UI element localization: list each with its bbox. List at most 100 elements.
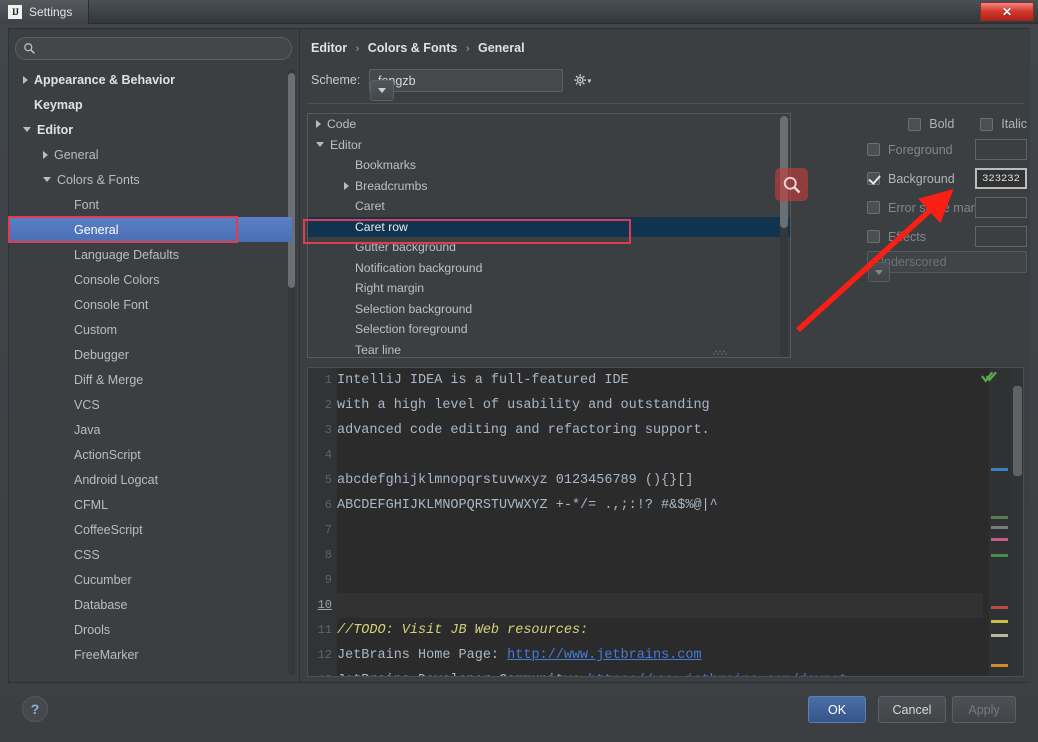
sidebar-item-console-colors[interactable]: Console Colors bbox=[9, 267, 292, 292]
sidebar-item-custom[interactable]: Custom bbox=[9, 317, 292, 342]
sidebar-item-cfml[interactable]: CFML bbox=[9, 492, 292, 517]
error-stripe-mark[interactable] bbox=[991, 526, 1008, 529]
preview-scrollbar-thumb[interactable] bbox=[1013, 386, 1022, 476]
error-stripe-mark[interactable] bbox=[991, 538, 1008, 541]
effects-checkbox[interactable] bbox=[867, 230, 880, 243]
effects-label: Effects bbox=[888, 229, 926, 244]
error-stripe-mark[interactable] bbox=[991, 468, 1008, 471]
color-tree-item-caret-row[interactable]: Caret row bbox=[308, 216, 790, 237]
preview-hyperlink[interactable]: http://www.jetbrains.com bbox=[507, 648, 701, 663]
chevron-down-icon[interactable] bbox=[23, 127, 31, 132]
color-tree-item-label: Caret bbox=[355, 199, 385, 214]
close-button[interactable]: ✕ bbox=[980, 2, 1034, 21]
error-stripe-mark[interactable] bbox=[991, 664, 1008, 667]
effect-type-dropdown[interactable]: Underscored bbox=[867, 251, 1027, 282]
bold-checkbox[interactable] bbox=[908, 117, 922, 131]
color-tree-item-code[interactable]: Code bbox=[308, 114, 790, 135]
chevron-down-icon[interactable] bbox=[316, 142, 324, 148]
sidebar-item-coffeescript[interactable]: CoffeeScript bbox=[9, 517, 292, 542]
sidebar-item-console-font[interactable]: Console Font bbox=[9, 292, 292, 317]
search-icon-highlight-badge[interactable] bbox=[775, 168, 808, 201]
sidebar-item-font[interactable]: Font bbox=[9, 192, 292, 217]
scheme-dropdown-button[interactable] bbox=[370, 80, 394, 101]
sidebar-item-drools[interactable]: Drools bbox=[9, 617, 292, 642]
italic-checkbox[interactable] bbox=[980, 117, 994, 131]
sidebar-item-database[interactable]: Database bbox=[9, 592, 292, 617]
sidebar-item-debugger[interactable]: Debugger bbox=[9, 342, 292, 367]
effects-color-swatch[interactable] bbox=[975, 226, 1027, 247]
preview-hyperlink[interactable]: https://www.jetbrains.com/devnet bbox=[588, 673, 847, 676]
color-tree-item-label: Breadcrumbs bbox=[355, 178, 428, 193]
color-tree-item-notification-background[interactable]: Notification background bbox=[308, 258, 790, 279]
color-tree-item-caret[interactable]: Caret bbox=[308, 196, 790, 217]
sidebar-item-freemarker[interactable]: FreeMarker bbox=[9, 642, 292, 667]
search-box[interactable] bbox=[15, 37, 292, 60]
error-stripe-mark-checkbox[interactable] bbox=[867, 201, 880, 214]
error-stripe-panel[interactable] bbox=[981, 368, 1011, 676]
sidebar-item-css[interactable]: CSS bbox=[9, 542, 292, 567]
sidebar-item-appearance-behavior[interactable]: Appearance & Behavior bbox=[9, 67, 292, 92]
resize-grip-icon[interactable] bbox=[712, 350, 730, 356]
chevron-right-icon[interactable] bbox=[344, 181, 349, 190]
effect-type-dropdown-button[interactable] bbox=[868, 262, 890, 282]
color-tree-item-bookmarks[interactable]: Bookmarks bbox=[308, 155, 790, 176]
foreground-checkbox[interactable] bbox=[867, 143, 880, 156]
sidebar-item-actionscript[interactable]: ActionScript bbox=[9, 442, 292, 467]
gutter-line-number: 13 bbox=[308, 668, 337, 676]
chevron-right-icon[interactable] bbox=[43, 150, 48, 159]
color-settings-tree: Code Editor Bookmarks Breadcrumbs Caret Caret… bbox=[308, 114, 790, 357]
ok-button[interactable]: OK bbox=[808, 696, 866, 723]
error-stripe-mark-color-swatch[interactable] bbox=[975, 197, 1027, 218]
color-tree-item-right-margin[interactable]: Right margin bbox=[308, 278, 790, 299]
scheme-value: fengzb bbox=[378, 73, 416, 88]
sidebar-item-vcs[interactable]: VCS bbox=[9, 392, 292, 417]
cancel-button[interactable]: Cancel bbox=[878, 696, 946, 723]
breadcrumb-part-2[interactable]: Colors & Fonts bbox=[368, 41, 458, 55]
sidebar-item-keymap[interactable]: Keymap bbox=[9, 92, 292, 117]
error-stripe-mark[interactable] bbox=[991, 606, 1008, 609]
sidebar-item-android-logcat[interactable]: Android Logcat bbox=[9, 467, 292, 492]
background-checkbox[interactable] bbox=[867, 172, 880, 185]
sidebar-search bbox=[15, 37, 292, 60]
color-tree-item-selection-background[interactable]: Selection background bbox=[308, 299, 790, 320]
color-tree-item-selection-foreground[interactable]: Selection foreground bbox=[308, 319, 790, 340]
sidebar-item-general[interactable]: General bbox=[9, 217, 292, 242]
search-input[interactable] bbox=[36, 41, 291, 56]
error-stripe-mark[interactable] bbox=[991, 516, 1008, 519]
italic-checkbox-wrap[interactable]: Italic bbox=[980, 117, 1027, 131]
sidebar-item-diff-merge[interactable]: Diff & Merge bbox=[9, 367, 292, 392]
color-tree-item-gutter-background[interactable]: Gutter background bbox=[308, 237, 790, 258]
sidebar-item-editor[interactable]: Editor bbox=[9, 117, 292, 142]
chevron-right-icon[interactable] bbox=[23, 75, 28, 84]
help-button[interactable]: ? bbox=[22, 696, 48, 722]
sidebar-item-colors-fonts[interactable]: Colors & Fonts bbox=[9, 167, 292, 192]
color-settings-tree-panel: Code Editor Bookmarks Breadcrumbs Caret Caret… bbox=[307, 113, 791, 358]
sidebar-item-cucumber[interactable]: Cucumber bbox=[9, 567, 292, 592]
bold-checkbox-wrap[interactable]: Bold bbox=[908, 117, 954, 131]
preview-text: ABCDEFGHIJKLMNOPQRSTUVWXYZ +-*/= .,;:!? … bbox=[337, 498, 718, 513]
background-color-swatch[interactable]: 323232 bbox=[975, 168, 1027, 189]
gutter-line-number: 4 bbox=[324, 448, 332, 462]
sidebar-item-java[interactable]: Java bbox=[9, 417, 292, 442]
error-stripe-mark[interactable] bbox=[991, 554, 1008, 557]
sidebar-item-general[interactable]: General bbox=[9, 142, 292, 167]
foreground-color-swatch[interactable] bbox=[975, 139, 1027, 160]
error-stripe-mark[interactable] bbox=[991, 620, 1008, 623]
scheme-dropdown[interactable]: fengzb bbox=[369, 69, 563, 101]
sidebar-item-language-defaults[interactable]: Language Defaults bbox=[9, 242, 292, 267]
chevron-right-icon[interactable] bbox=[316, 120, 321, 129]
color-tree-item-editor[interactable]: Editor bbox=[308, 135, 790, 156]
scheme-settings-gear-icon[interactable]: ▾ bbox=[573, 73, 591, 89]
breadcrumb-part-1[interactable]: Editor bbox=[311, 41, 347, 55]
code-preview[interactable]: 12345678910111213 IntelliJ IDEA is a ful… bbox=[307, 367, 1024, 677]
chevron-down-icon[interactable] bbox=[43, 177, 51, 182]
color-tree-item-breadcrumbs[interactable]: Breadcrumbs bbox=[308, 176, 790, 197]
preview-code[interactable]: IntelliJ IDEA is a full-featured IDE with… bbox=[337, 368, 983, 676]
sidebar-item-label: Drools bbox=[74, 622, 111, 637]
error-stripe-mark[interactable] bbox=[991, 634, 1008, 637]
